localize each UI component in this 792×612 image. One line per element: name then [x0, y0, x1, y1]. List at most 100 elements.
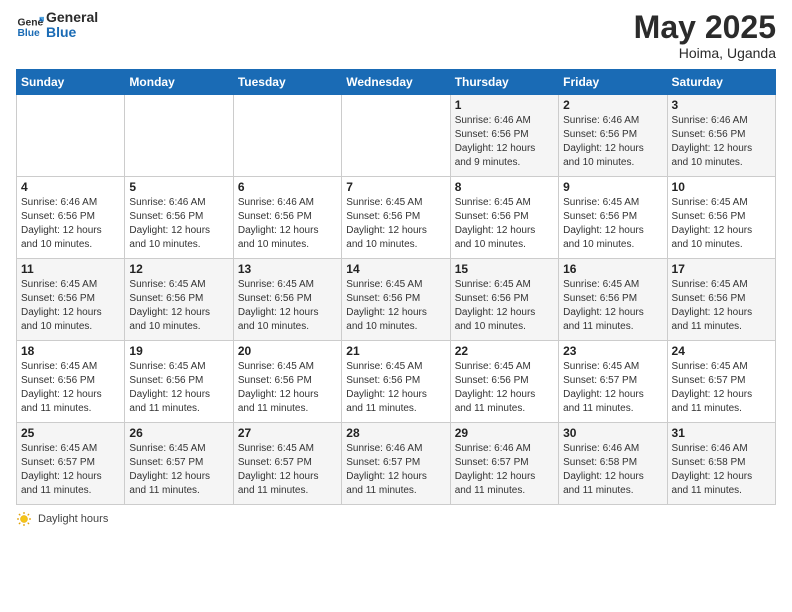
day-number: 26 — [129, 426, 228, 440]
day-number: 18 — [21, 344, 120, 358]
day-info: Sunrise: 6:45 AM Sunset: 6:56 PM Dayligh… — [346, 196, 445, 252]
calendar-cell: 6Sunrise: 6:46 AM Sunset: 6:56 PM Daylig… — [233, 177, 341, 259]
calendar-cell: 8 Sunrise: 6:45 AM Sunset: 6:56 PM Daylig… — [450, 177, 558, 259]
month-title: May 2025 — [634, 10, 776, 45]
day-info: Sunrise: 6:46 AM Sunset: 6:56 PM Dayligh… — [672, 114, 771, 170]
day-number: 7 — [346, 180, 445, 194]
page: General Blue General Blue May 2025 Hoima… — [0, 0, 792, 612]
day-info: Sunrise: 6:45 AM Sunset: 6:56 PM Dayligh… — [238, 360, 337, 416]
calendar-cell: 23Sunrise: 6:45 AM Sunset: 6:57 PM Dayli… — [559, 341, 667, 423]
day-info: Sunrise: 6:46 AM Sunset: 6:56 PM Dayligh… — [21, 196, 120, 252]
weekday-friday: Friday — [559, 70, 667, 95]
day-info: Sunrise: 6:45 AM Sunset: 6:57 PM Dayligh… — [129, 442, 228, 498]
day-info: Sunrise: 6:45 AM Sunset: 6:57 PM Dayligh… — [672, 360, 771, 416]
day-info: Sunrise: 6:46 AM Sunset: 6:57 PM Dayligh… — [346, 442, 445, 498]
day-info: Sunrise: 6:45 AM Sunset: 6:56 PM Dayligh… — [455, 196, 554, 252]
calendar-cell: 3 Sunrise: 6:46 AM Sunset: 6:56 PM Daylig… — [667, 95, 775, 177]
calendar-cell: 24 Sunrise: 6:45 AM Sunset: 6:57 PM Dayli… — [667, 341, 775, 423]
week-row-2: 4Sunrise: 6:46 AM Sunset: 6:56 PM Daylig… — [17, 177, 776, 259]
calendar-table: SundayMondayTuesdayWednesdayThursdayFrid… — [16, 69, 776, 505]
calendar-cell: 2 Sunrise: 6:46 AM Sunset: 6:56 PM Daylig… — [559, 95, 667, 177]
calendar-cell: 17Sunrise: 6:45 AM Sunset: 6:56 PM Dayli… — [667, 259, 775, 341]
calendar-cell: 14Sunrise: 6:45 AM Sunset: 6:56 PM Dayli… — [342, 259, 450, 341]
day-number: 6 — [238, 180, 337, 194]
week-row-4: 18 Sunrise: 6:45 AM Sunset: 6:56 PM Dayli… — [17, 341, 776, 423]
day-number: 24 — [672, 344, 771, 358]
calendar-cell: 7 Sunrise: 6:45 AM Sunset: 6:56 PM Daylig… — [342, 177, 450, 259]
day-number: 28 — [346, 426, 445, 440]
calendar-cell: 15 Sunrise: 6:45 AM Sunset: 6:56 PM Dayli… — [450, 259, 558, 341]
day-info: Sunrise: 6:46 AM Sunset: 6:56 PM Dayligh… — [455, 114, 554, 170]
day-info: Sunrise: 6:46 AM Sunset: 6:56 PM Dayligh… — [129, 196, 228, 252]
day-info: Sunrise: 6:45 AM Sunset: 6:56 PM Dayligh… — [129, 278, 228, 334]
logo-general: General — [46, 10, 98, 25]
daylight-label: Daylight hours — [38, 513, 108, 525]
weekday-header-row: SundayMondayTuesdayWednesdayThursdayFrid… — [17, 70, 776, 95]
day-info: Sunrise: 6:45 AM Sunset: 6:56 PM Dayligh… — [672, 196, 771, 252]
calendar-cell: 25 Sunrise: 6:45 AM Sunset: 6:57 PM Dayli… — [17, 423, 125, 505]
footer: Daylight hours — [16, 511, 776, 527]
calendar-cell: 22Sunrise: 6:45 AM Sunset: 6:56 PM Dayli… — [450, 341, 558, 423]
calendar-cell: 30Sunrise: 6:46 AM Sunset: 6:58 PM Dayli… — [559, 423, 667, 505]
calendar-cell: 28 Sunrise: 6:46 AM Sunset: 6:57 PM Dayli… — [342, 423, 450, 505]
calendar-cell: 4Sunrise: 6:46 AM Sunset: 6:56 PM Daylig… — [17, 177, 125, 259]
weekday-saturday: Saturday — [667, 70, 775, 95]
logo-blue: Blue — [46, 25, 98, 40]
day-number: 3 — [672, 98, 771, 112]
calendar-cell: 1 Sunrise: 6:46 AM Sunset: 6:56 PM Daylig… — [450, 95, 558, 177]
sun-icon — [16, 511, 32, 527]
day-number: 10 — [672, 180, 771, 194]
day-number: 23 — [563, 344, 662, 358]
calendar-cell: 11 Sunrise: 6:45 AM Sunset: 6:56 PM Dayli… — [17, 259, 125, 341]
day-info: Sunrise: 6:46 AM Sunset: 6:57 PM Dayligh… — [455, 442, 554, 498]
day-info: Sunrise: 6:45 AM Sunset: 6:56 PM Dayligh… — [129, 360, 228, 416]
calendar-cell: 9Sunrise: 6:45 AM Sunset: 6:56 PM Daylig… — [559, 177, 667, 259]
day-number: 8 — [455, 180, 554, 194]
logo: General Blue General Blue — [16, 10, 98, 41]
day-info: Sunrise: 6:45 AM Sunset: 6:56 PM Dayligh… — [455, 278, 554, 334]
day-number: 15 — [455, 262, 554, 276]
day-info: Sunrise: 6:45 AM Sunset: 6:56 PM Dayligh… — [21, 278, 120, 334]
day-info: Sunrise: 6:45 AM Sunset: 6:56 PM Dayligh… — [346, 360, 445, 416]
day-info: Sunrise: 6:45 AM Sunset: 6:56 PM Dayligh… — [563, 278, 662, 334]
day-number: 19 — [129, 344, 228, 358]
day-number: 2 — [563, 98, 662, 112]
day-number: 25 — [21, 426, 120, 440]
day-number: 16 — [563, 262, 662, 276]
day-info: Sunrise: 6:45 AM Sunset: 6:57 PM Dayligh… — [238, 442, 337, 498]
calendar-cell: 18 Sunrise: 6:45 AM Sunset: 6:56 PM Dayli… — [17, 341, 125, 423]
calendar-cell — [233, 95, 341, 177]
calendar-cell — [17, 95, 125, 177]
calendar-cell: 10 Sunrise: 6:45 AM Sunset: 6:56 PM Dayli… — [667, 177, 775, 259]
weekday-thursday: Thursday — [450, 70, 558, 95]
calendar-cell — [342, 95, 450, 177]
day-number: 12 — [129, 262, 228, 276]
calendar-cell: 19 Sunrise: 6:45 AM Sunset: 6:56 PM Dayli… — [125, 341, 233, 423]
day-number: 1 — [455, 98, 554, 112]
day-info: Sunrise: 6:45 AM Sunset: 6:56 PM Dayligh… — [21, 360, 120, 416]
calendar-cell: 12 Sunrise: 6:45 AM Sunset: 6:56 PM Dayli… — [125, 259, 233, 341]
day-number: 31 — [672, 426, 771, 440]
day-info: Sunrise: 6:46 AM Sunset: 6:58 PM Dayligh… — [672, 442, 771, 498]
svg-text:Blue: Blue — [17, 28, 40, 39]
title-block: May 2025 Hoima, Uganda — [634, 10, 776, 61]
calendar-cell: 20Sunrise: 6:45 AM Sunset: 6:56 PM Dayli… — [233, 341, 341, 423]
day-number: 13 — [238, 262, 337, 276]
day-number: 29 — [455, 426, 554, 440]
day-number: 22 — [455, 344, 554, 358]
calendar-cell: 16 Sunrise: 6:45 AM Sunset: 6:56 PM Dayli… — [559, 259, 667, 341]
calendar-cell: 13Sunrise: 6:45 AM Sunset: 6:56 PM Dayli… — [233, 259, 341, 341]
logo-icon: General Blue — [16, 11, 44, 39]
header: General Blue General Blue May 2025 Hoima… — [16, 10, 776, 61]
weekday-wednesday: Wednesday — [342, 70, 450, 95]
day-number: 11 — [21, 262, 120, 276]
calendar-cell: 5Sunrise: 6:46 AM Sunset: 6:56 PM Daylig… — [125, 177, 233, 259]
day-info: Sunrise: 6:45 AM Sunset: 6:57 PM Dayligh… — [21, 442, 120, 498]
day-info: Sunrise: 6:46 AM Sunset: 6:56 PM Dayligh… — [563, 114, 662, 170]
day-number: 30 — [563, 426, 662, 440]
week-row-1: 1 Sunrise: 6:46 AM Sunset: 6:56 PM Daylig… — [17, 95, 776, 177]
calendar-cell — [125, 95, 233, 177]
calendar-cell: 29 Sunrise: 6:46 AM Sunset: 6:57 PM Dayli… — [450, 423, 558, 505]
day-number: 17 — [672, 262, 771, 276]
day-info: Sunrise: 6:45 AM Sunset: 6:56 PM Dayligh… — [346, 278, 445, 334]
